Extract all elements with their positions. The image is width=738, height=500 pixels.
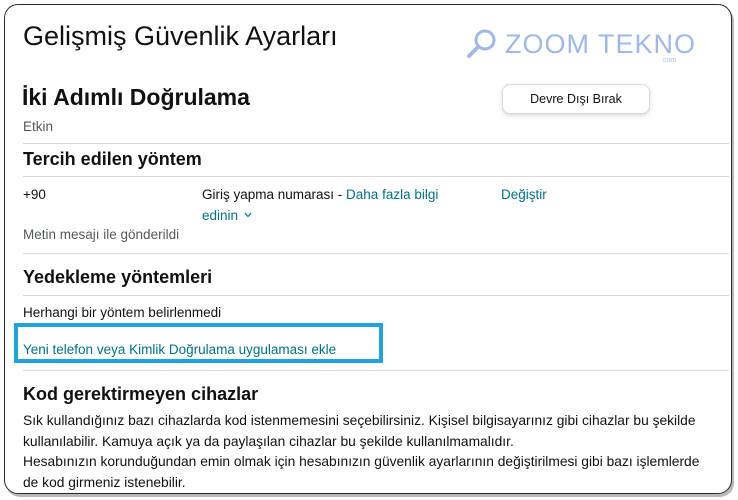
divider [23,295,729,296]
settings-panel: Gelişmiş Güvenlik Ayarları ZOOM TEKNO .c… [4,4,732,494]
page-title: Gelişmiş Güvenlik Ayarları [23,21,338,51]
watermark-logo: ZOOM TEKNO .com [463,25,695,65]
learn-more-link-continued[interactable]: edinin [202,208,252,223]
phone-description-text: Giriş yapma numarası - [202,187,347,202]
description-line: Hesabınızın korunduğundan emin olmak içi… [23,454,700,469]
trusted-devices-description: Sık kullandığınız bazı cihazlarda kod is… [23,411,728,493]
backup-methods-heading: Yedekleme yöntemleri [23,267,213,287]
change-link[interactable]: Değiştir [501,187,547,202]
two-step-heading: İki Adımlı Doğrulama [22,84,250,110]
phone-description: Giriş yapma numarası - Daha fazla bilgi [202,187,438,202]
learn-more-link-tail[interactable]: edinin [202,208,238,223]
disable-button[interactable]: Devre Dışı Bırak [502,84,650,114]
divider [23,253,729,254]
trusted-devices-heading: Kod gerektirmeyen cihazlar [23,384,259,404]
description-line: Sık kullandığınız bazı cihazlarda kod is… [23,413,696,428]
phone-number: +90 [23,187,104,202]
phone-prefix: +90 [23,187,46,202]
watermark-domain: .com [661,57,677,64]
preferred-method-heading: Tercih edilen yöntem [23,149,202,169]
delivery-note: Metin mesajı ile gönderildi [23,227,180,242]
no-backup-text: Herhangi bir yöntem belirlenmedi [23,305,222,320]
description-line: de kod girmeniz istenebilir. [23,474,186,490]
divider [23,176,729,177]
watermark-brand: ZOOM TEKNO [505,29,697,59]
redacted-digits [46,187,104,201]
divider [23,370,729,371]
two-step-status: Etkin [23,119,54,134]
description-line: kullanılabilir. Kamuya açık ya da paylaş… [23,433,514,449]
divider [23,143,729,144]
chevron-down-icon[interactable] [244,212,252,218]
learn-more-link[interactable]: Daha fazla bilgi [346,187,438,202]
add-backup-link[interactable]: Yeni telefon veya Kimlik Doğrulama uygul… [23,342,336,357]
